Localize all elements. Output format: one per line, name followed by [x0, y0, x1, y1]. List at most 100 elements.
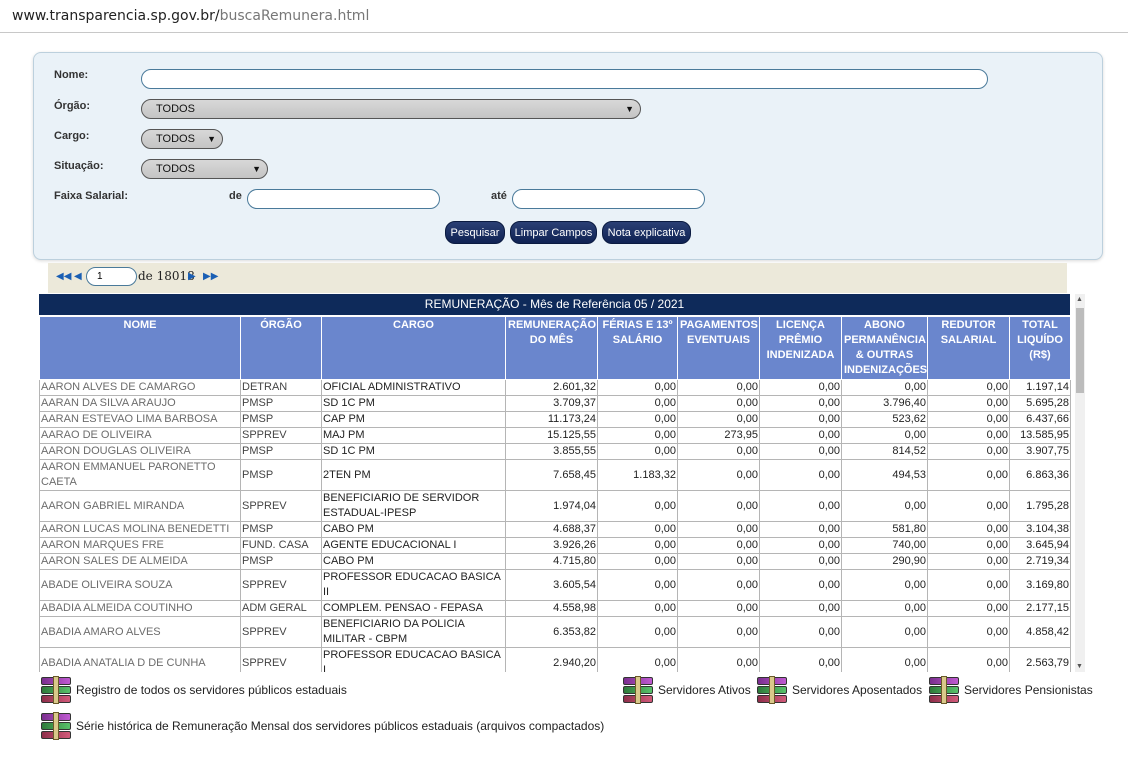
- cell-nome[interactable]: AARON DOUGLAS OLIVEIRA: [39, 443, 241, 460]
- cell-abono: 0,00: [841, 569, 928, 601]
- situacao-select[interactable]: TODOS ▼: [141, 159, 268, 179]
- col-header-total[interactable]: TOTAL LIQUÍDO (R$): [1009, 316, 1071, 380]
- cell-cargo: OFICIAL ADMINISTRATIVO: [321, 379, 506, 396]
- cell-total: 3.645,94: [1009, 537, 1071, 554]
- next-page-icon[interactable]: ▶: [188, 271, 196, 282]
- address-bar[interactable]: www.transparencia.sp.gov.br/buscaRemuner…: [0, 0, 1128, 33]
- cell-pagamentos: 0,00: [677, 490, 760, 522]
- download-ativos-link[interactable]: Servidores Ativos: [620, 676, 751, 704]
- col-header-remuneracao[interactable]: REMUNERAÇÃO DO MÊS: [505, 316, 598, 380]
- scroll-down-icon[interactable]: ▼: [1076, 663, 1083, 670]
- prev-page-icon[interactable]: ◀: [74, 271, 82, 282]
- cell-total: 1.197,14: [1009, 379, 1071, 396]
- cell-cargo: SD 1C PM: [321, 443, 506, 460]
- cell-licenca: 0,00: [759, 647, 842, 672]
- cell-abono: 290,90: [841, 553, 928, 570]
- col-header-licenca[interactable]: LICENÇA PRÊMIO INDENIZADA: [759, 316, 842, 380]
- orgao-select[interactable]: TODOS ▼: [141, 99, 641, 119]
- table-row[interactable]: AARON LUCAS MOLINA BENEDETTI PMSP CABO PM 4…: [39, 521, 1071, 538]
- col-header-pagamentos[interactable]: PAGAMENTOS EVENTUAIS: [677, 316, 760, 380]
- cell-pagamentos: 0,00: [677, 459, 760, 491]
- cell-total: 13.585,95: [1009, 427, 1071, 444]
- table-row[interactable]: AARON SALES DE ALMEIDA PMSP CABO PM 4.715,8…: [39, 553, 1071, 570]
- cell-nome[interactable]: ABADIA ALMEIDA COUTINHO: [39, 600, 241, 617]
- table-row[interactable]: AARON MARQUES FRE FUND. CASA AGENTE EDUCAC…: [39, 537, 1071, 554]
- col-header-nome[interactable]: NOME: [39, 316, 241, 380]
- col-header-cargo[interactable]: CARGO: [321, 316, 506, 380]
- limpar-campos-button[interactable]: Limpar Campos: [510, 221, 597, 244]
- cell-redutor: 0,00: [927, 459, 1010, 491]
- cell-cargo: SD 1C PM: [321, 395, 506, 412]
- cell-redutor: 0,00: [927, 411, 1010, 428]
- cell-cargo: PROFESSOR EDUCACAO BASICA I: [321, 647, 506, 672]
- pesquisar-button[interactable]: Pesquisar: [445, 221, 505, 244]
- cell-nome[interactable]: AARON GABRIEL MIRANDA: [39, 490, 241, 522]
- last-page-icon[interactable]: ▶▶: [203, 271, 218, 282]
- cell-nome[interactable]: AARON SALES DE ALMEIDA: [39, 553, 241, 570]
- col-header-ferias[interactable]: FÉRIAS E 13º SALÁRIO: [597, 316, 678, 380]
- cell-nome[interactable]: ABADE OLIVEIRA SOUZA: [39, 569, 241, 601]
- col-header-redutor[interactable]: REDUTOR SALARIAL: [927, 316, 1010, 380]
- cell-pagamentos: 0,00: [677, 443, 760, 460]
- cell-abono: 0,00: [841, 647, 928, 672]
- cell-abono: 0,00: [841, 379, 928, 396]
- cell-cargo: CABO PM: [321, 521, 506, 538]
- orgao-label: Órgão:: [54, 100, 91, 112]
- nota-explicativa-button[interactable]: Nota explicativa: [602, 221, 691, 244]
- table-row[interactable]: ABADIA ANATALIA D DE CUNHA SPPREV PROFESSO…: [39, 647, 1071, 672]
- nome-input[interactable]: [141, 69, 988, 89]
- table-row[interactable]: AARAN ESTEVAO LIMA BARBOSA PMSP CAP PM 11.1…: [39, 411, 1071, 428]
- table-scrollbar[interactable]: ▲ ▼: [1075, 294, 1085, 672]
- col-header-orgao[interactable]: ÓRGÃO: [240, 316, 322, 380]
- download-serie-historica-link[interactable]: Série histórica de Remuneração Mensal do…: [38, 712, 604, 740]
- cell-orgao: PMSP: [240, 443, 322, 460]
- cell-pagamentos: 0,00: [677, 537, 760, 554]
- cell-ferias: 0,00: [597, 490, 678, 522]
- cell-remuneracao: 1.974,04: [505, 490, 598, 522]
- cell-orgao: PMSP: [240, 459, 322, 491]
- cell-cargo: 2TEN PM: [321, 459, 506, 491]
- page-number-input[interactable]: [86, 267, 137, 286]
- salario-de-input[interactable]: [247, 189, 440, 209]
- cell-nome[interactable]: AARON MARQUES FRE: [39, 537, 241, 554]
- table-row[interactable]: ABADIA AMARO ALVES SPPREV BENEFICIARIO DA …: [39, 616, 1071, 648]
- cell-nome[interactable]: AARAO DE OLIVEIRA: [39, 427, 241, 444]
- cell-orgao: SPPREV: [240, 569, 322, 601]
- first-page-icon[interactable]: ◀◀: [56, 271, 71, 282]
- ate-label: até: [491, 190, 507, 202]
- cell-redutor: 0,00: [927, 600, 1010, 617]
- table-row[interactable]: AARON GABRIEL MIRANDA SPPREV BENEFICIARIO …: [39, 490, 1071, 522]
- cell-nome[interactable]: AARON ALVES DE CAMARGO: [39, 379, 241, 396]
- cargo-select[interactable]: TODOS ▼: [141, 129, 223, 149]
- cell-nome[interactable]: ABADIA ANATALIA D DE CUNHA: [39, 647, 241, 672]
- scroll-up-icon[interactable]: ▲: [1076, 296, 1083, 303]
- cell-pagamentos: 0,00: [677, 521, 760, 538]
- cell-abono: 0,00: [841, 600, 928, 617]
- cell-nome[interactable]: AARON EMMANUEL PARONETTO CAETA: [39, 459, 241, 491]
- cell-nome[interactable]: ABADIA AMARO ALVES: [39, 616, 241, 648]
- table-row[interactable]: AARON ALVES DE CAMARGO DETRAN OFICIAL ADMI…: [39, 379, 1071, 396]
- table-row[interactable]: AARAO DE OLIVEIRA SPPREV MAJ PM 15.125,55 0,…: [39, 427, 1071, 444]
- table-row[interactable]: AARAN DA SILVA ARAUJO PMSP SD 1C PM 3.709,3…: [39, 395, 1071, 412]
- download-todos-link[interactable]: Registro de todos os servidores públicos…: [38, 676, 347, 704]
- cell-orgao: PMSP: [240, 521, 322, 538]
- download-pensionistas-link[interactable]: Servidores Pensionistas: [926, 676, 1093, 704]
- download-aposentados-link[interactable]: Servidores Aposentados: [754, 676, 922, 704]
- cell-nome[interactable]: AARON LUCAS MOLINA BENEDETTI: [39, 521, 241, 538]
- cell-ferias: 0,00: [597, 569, 678, 601]
- cell-redutor: 0,00: [927, 616, 1010, 648]
- cell-ferias: 0,00: [597, 443, 678, 460]
- table-row[interactable]: ABADE OLIVEIRA SOUZA SPPREV PROFESSOR EDUC…: [39, 569, 1071, 601]
- cell-remuneracao: 6.353,82: [505, 616, 598, 648]
- salario-ate-input[interactable]: [512, 189, 705, 209]
- col-header-abono[interactable]: ABONO PERMANÊNCIA & OUTRAS INDENIZAÇÕES: [841, 316, 928, 380]
- cell-orgao: SPPREV: [240, 427, 322, 444]
- cell-total: 3.169,80: [1009, 569, 1071, 601]
- table-row[interactable]: ABADIA ALMEIDA COUTINHO ADM GERAL COMPLEM.…: [39, 600, 1071, 617]
- table-row[interactable]: AARON DOUGLAS OLIVEIRA PMSP SD 1C PM 3.855,…: [39, 443, 1071, 460]
- cell-nome[interactable]: AARAN ESTEVAO LIMA BARBOSA: [39, 411, 241, 428]
- table-row[interactable]: AARON EMMANUEL PARONETTO CAETA PMSP 2TEN P…: [39, 459, 1071, 491]
- results-table-container: REMUNERAÇÃO - Mês de Referência 05 / 202…: [39, 294, 1085, 672]
- cell-nome[interactable]: AARAN DA SILVA ARAUJO: [39, 395, 241, 412]
- scrollbar-thumb[interactable]: [1076, 308, 1084, 393]
